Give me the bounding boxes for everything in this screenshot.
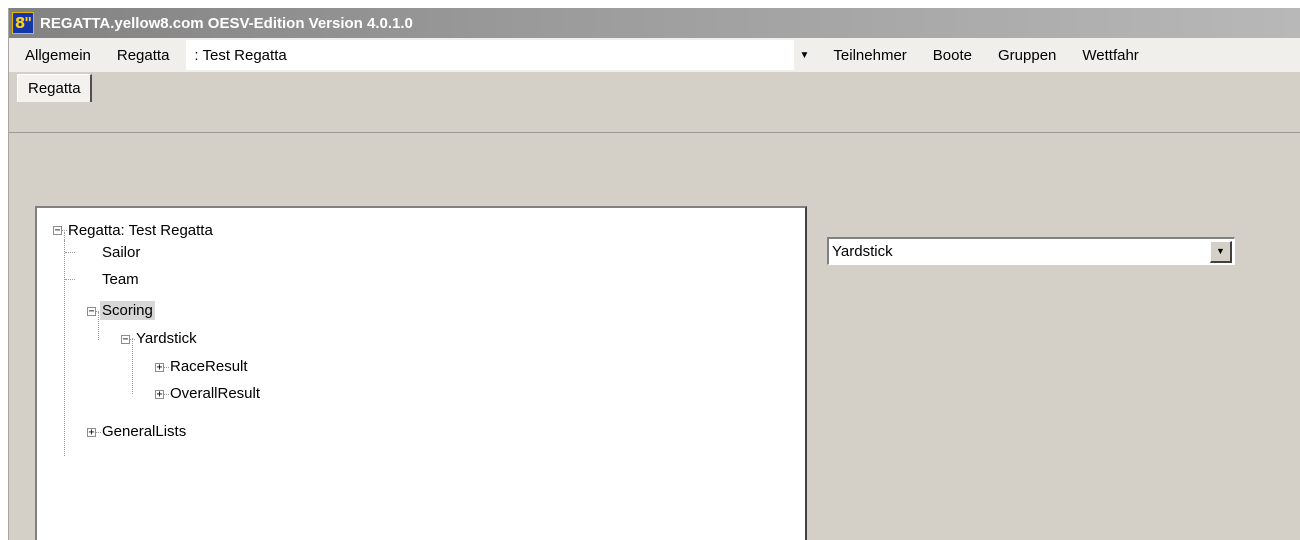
menu-bar: Allgemein Regatta : Test Regatta ▼ Teiln… [9, 38, 1300, 72]
scoring-system-select[interactable]: Yardstick ▼ [827, 237, 1235, 265]
tree-connector [98, 312, 99, 340]
tree-node-race-result[interactable]: RaceResult [170, 357, 248, 376]
app-window: 8" REGATTA.yellow8.com OESV-Edition Vers… [8, 8, 1300, 540]
tab-strip: Regatta [9, 72, 1300, 133]
tree-node-sailor[interactable]: Sailor [102, 243, 140, 262]
window-title: REGATTA.yellow8.com OESV-Edition Version… [40, 14, 413, 32]
title-bar[interactable]: 8" REGATTA.yellow8.com OESV-Edition Vers… [9, 8, 1300, 38]
regatta-tree[interactable]: − Regatta: Test Regatta Sailor Team − Sc… [35, 206, 807, 540]
menu-wettfahr[interactable]: Wettfahr [1069, 47, 1151, 64]
tree-connector [164, 367, 169, 368]
tree-connector [96, 432, 101, 433]
tree-node-scoring[interactable]: Scoring [100, 301, 155, 320]
tree-node-team[interactable]: Team [102, 270, 139, 289]
menu-gruppen[interactable]: Gruppen [985, 47, 1069, 64]
tree-connector [62, 230, 67, 231]
tab-regatta[interactable]: Regatta [17, 74, 92, 102]
tree-connector [64, 240, 65, 456]
tree-connector [130, 339, 135, 340]
tree-node-root[interactable]: Regatta: Test Regatta [68, 221, 213, 240]
menu-teilnehmer[interactable]: Teilnehmer [820, 47, 919, 64]
regatta-select-value: : Test Regatta [194, 46, 287, 64]
regatta-select[interactable]: : Test Regatta ▼ [186, 40, 815, 70]
plus-box-icon[interactable]: + [87, 428, 96, 438]
menu-boote[interactable]: Boote [920, 47, 985, 64]
tree-connector [65, 252, 75, 253]
minus-box-icon[interactable]: − [53, 226, 62, 236]
plus-box-icon[interactable]: + [155, 390, 164, 400]
menu-regatta[interactable]: Regatta [104, 47, 183, 64]
tree-node-overall-result[interactable]: OverallResult [170, 384, 260, 403]
tree-connector [132, 338, 133, 394]
tree-connector [64, 232, 65, 240]
app-icon[interactable]: 8" [12, 12, 34, 34]
chevron-down-icon[interactable]: ▼ [794, 40, 815, 70]
scoring-system-value: Yardstick [832, 243, 893, 260]
chevron-down-icon[interactable]: ▼ [1210, 240, 1232, 263]
minus-box-icon[interactable]: − [87, 307, 96, 317]
plus-box-icon[interactable]: + [155, 363, 164, 373]
tree-node-general-lists[interactable]: GeneralLists [102, 422, 186, 441]
minus-box-icon[interactable]: − [121, 335, 130, 345]
tree-connector [164, 394, 169, 395]
menu-allgemein[interactable]: Allgemein [9, 47, 104, 64]
tree-node-yardstick[interactable]: Yardstick [136, 329, 197, 348]
tree-connector [65, 279, 75, 280]
